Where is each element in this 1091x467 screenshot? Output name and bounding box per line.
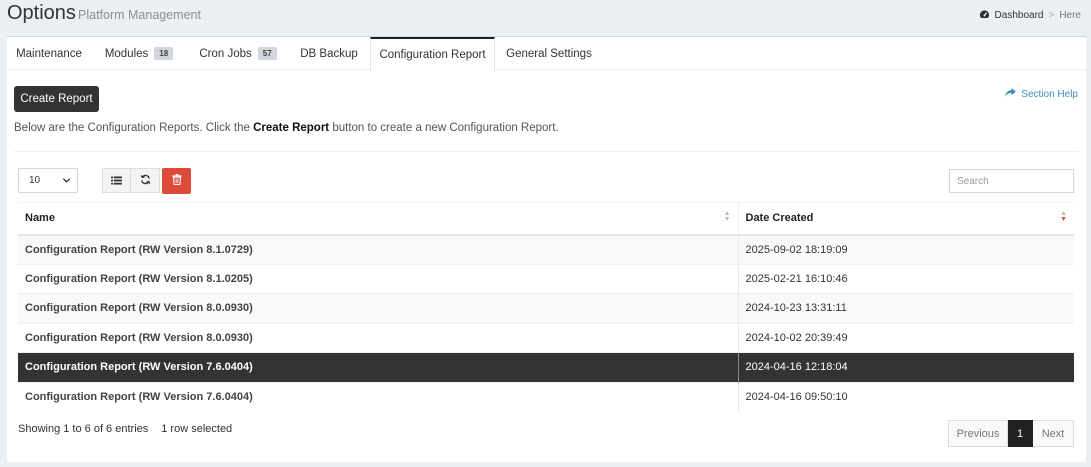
section-help-label: Section Help — [1021, 88, 1078, 100]
description-suffix: button to create a new Configuration Rep… — [329, 122, 559, 134]
tab-cron-jobs[interactable]: Cron Jobs 57 — [187, 37, 289, 70]
column-label: Name — [25, 212, 55, 225]
column-header-name[interactable]: Name ▲ ▼ — [18, 202, 738, 236]
date-created-cell: 2024-04-16 12:18:04 — [737, 352, 1074, 382]
next-page-button[interactable]: Next — [1033, 420, 1074, 447]
table-row[interactable]: Configuration Report (RW Version 8.0.093… — [18, 322, 1074, 353]
share-arrow-icon — [1005, 88, 1017, 100]
previous-page-button[interactable]: Previous — [948, 420, 1008, 447]
tab-maintenance[interactable]: Maintenance — [7, 37, 91, 70]
table-row[interactable]: Configuration Report (RW Version 8.1.072… — [18, 234, 1074, 264]
tab-label: General Settings — [506, 47, 592, 60]
page-length-value: 10 — [29, 175, 41, 186]
description-bold: Create Report — [253, 122, 330, 134]
pagination: Previous 1 Next — [948, 420, 1074, 447]
column-header-date-created[interactable]: Date Created ▲ ▼ — [737, 202, 1074, 236]
report-name-cell: Configuration Report (RW Version 7.6.040… — [18, 352, 738, 382]
tab-label: Modules — [104, 47, 149, 60]
table-row[interactable]: Configuration Report (RW Version 7.6.040… — [18, 381, 1074, 412]
delete-button[interactable] — [162, 168, 191, 194]
entries-info: Showing 1 to 6 of 6 entries — [18, 423, 149, 435]
trash-icon — [171, 174, 182, 188]
search-input[interactable] — [949, 169, 1074, 193]
date-created-cell: 2025-02-21 16:10:46 — [737, 263, 1074, 294]
column-label: Date Created — [745, 212, 814, 225]
tab-general-settings[interactable]: General Settings — [495, 37, 603, 70]
description-prefix: Below are the Configuration Reports. Cli… — [14, 122, 254, 134]
dashboard-icon — [979, 9, 990, 22]
list-icon — [111, 174, 122, 188]
tab-bar: Maintenance Modules 18 Cron Jobs 57 DB B… — [7, 37, 1086, 71]
page-subtitle: Platform Management — [78, 8, 201, 22]
sort-icon: ▲ ▼ — [723, 210, 731, 223]
create-report-button[interactable]: Create Report — [14, 86, 99, 112]
table-info: Showing 1 to 6 of 6 entries 1 row select… — [18, 423, 232, 435]
report-name-cell: Configuration Report (RW Version 8.1.020… — [18, 263, 738, 294]
breadcrumb-separator: > — [1048, 10, 1055, 21]
page-length-select[interactable]: 10 — [18, 168, 78, 193]
divider — [14, 151, 1079, 152]
selection-info: 1 row selected — [161, 423, 233, 435]
date-created-cell: 2024-10-02 20:39:49 — [737, 322, 1074, 353]
tab-configuration-report[interactable]: Configuration Report — [370, 37, 495, 71]
report-name-cell: Configuration Report (RW Version 8.1.072… — [18, 234, 738, 264]
table-row-selected[interactable]: Configuration Report (RW Version 7.6.040… — [18, 352, 1074, 382]
breadcrumb-dashboard-link[interactable]: Dashboard — [995, 10, 1044, 21]
refresh-icon — [140, 174, 151, 188]
reports-table: Name ▲ ▼ Date Created ▲ ▼ Configuration Re… — [18, 202, 1074, 412]
table-header-row: Name ▲ ▼ Date Created ▲ ▼ — [18, 202, 1074, 236]
page-title: Options — [7, 2, 76, 24]
tab-label: Maintenance — [16, 47, 82, 60]
cron-jobs-count-badge: 57 — [257, 47, 277, 60]
breadcrumb-current: Here — [1059, 10, 1081, 21]
tab-label: Cron Jobs — [199, 47, 252, 60]
report-name-cell: Configuration Report (RW Version 7.6.040… — [18, 381, 738, 412]
tab-db-backup[interactable]: DB Backup — [289, 37, 369, 70]
options-panel: Maintenance Modules 18 Cron Jobs 57 DB B… — [7, 36, 1086, 462]
table-row[interactable]: Configuration Report (RW Version 8.0.093… — [18, 293, 1074, 323]
page-description: Below are the Configuration Reports. Cli… — [14, 122, 559, 134]
page-header: Options Platform Management Dashboard > … — [0, 0, 1091, 36]
sort-desc-icon: ▲ ▼ — [1060, 210, 1067, 223]
page-1-button[interactable]: 1 — [1008, 420, 1033, 447]
tab-label: DB Backup — [300, 47, 358, 60]
table-tools-group — [102, 168, 160, 194]
modules-count-badge: 18 — [154, 47, 174, 60]
date-created-cell: 2024-10-23 13:31:11 — [737, 293, 1074, 323]
tab-label: Configuration Report — [379, 49, 486, 61]
date-created-cell: 2025-09-02 18:19:09 — [737, 234, 1074, 264]
chevron-down-icon — [62, 176, 71, 188]
tab-modules[interactable]: Modules 18 — [91, 37, 187, 70]
breadcrumb: Dashboard > Here — [979, 9, 1081, 22]
date-created-cell: 2024-04-16 09:50:10 — [737, 381, 1074, 412]
report-name-cell: Configuration Report (RW Version 8.0.093… — [18, 293, 738, 323]
report-name-cell: Configuration Report (RW Version 8.0.093… — [18, 322, 738, 353]
column-list-button[interactable] — [102, 168, 131, 193]
table-row[interactable]: Configuration Report (RW Version 8.1.020… — [18, 263, 1074, 294]
section-help-link[interactable]: Section Help — [1005, 88, 1078, 100]
refresh-button[interactable] — [131, 168, 160, 193]
